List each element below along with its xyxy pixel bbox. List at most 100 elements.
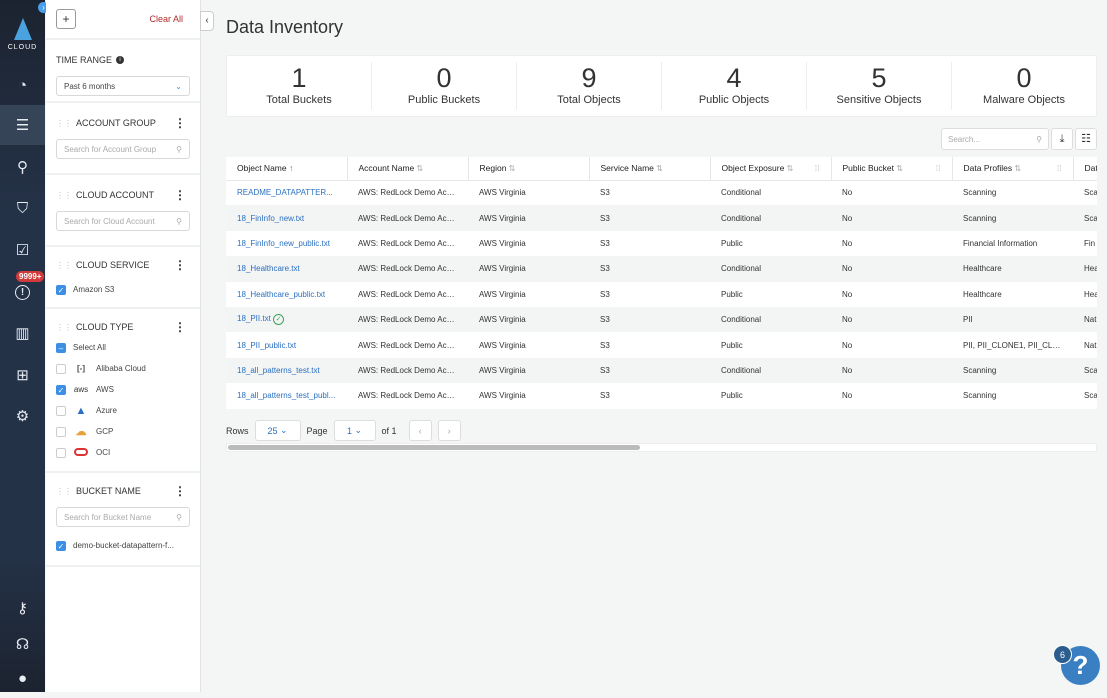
more-options-icon[interactable]: ⋮ (174, 116, 186, 130)
table-row[interactable]: 18_all_patterns_test_publ... AWS: RedLock… (226, 383, 1097, 408)
object-name-link[interactable]: 18_PII_public.txt (226, 332, 347, 357)
object-name-link[interactable]: 18_FinInfo_new.txt (226, 205, 347, 231)
cell-text[interactable]: 18_all_patterns_test.txt (237, 366, 320, 375)
option-amazon-s3[interactable]: ✓ Amazon S3 (56, 279, 190, 300)
column-drag-icon[interactable]: ⁞⁞ (1057, 163, 1062, 173)
select-all-option[interactable]: – Select All (56, 337, 190, 358)
more-options-icon[interactable]: ⋮ (174, 258, 186, 272)
sort-icon[interactable]: ⇅ (784, 164, 794, 173)
column-header[interactable]: Account Name ⇅ (347, 157, 469, 181)
checkbox[interactable]: ✓ (56, 540, 66, 551)
compliance-icon[interactable]: ☑ (0, 230, 45, 270)
checkbox[interactable]: ✓ (56, 384, 66, 395)
cell-text[interactable]: 18_FinInfo_new.txt (237, 214, 304, 223)
table-row[interactable]: 18_PII_public.txt AWS: RedLock Demo Acc..… (226, 332, 1097, 357)
option-alibaba[interactable]: [-] Alibaba Cloud (56, 358, 190, 379)
cell-text[interactable]: 18_Healthcare.txt (237, 264, 300, 273)
object-name-link[interactable]: 18_Healthcare_public.txt (226, 282, 347, 307)
checkbox[interactable] (56, 405, 66, 416)
cell-text[interactable]: 18_all_patterns_test_publ... (237, 391, 335, 400)
option-oci[interactable]: OCI (56, 442, 190, 463)
table-row[interactable]: 18_PII.txt ✓ AWS: RedLock Demo Acc... AWS … (226, 306, 1097, 333)
dashboard-icon[interactable]: ◔ (0, 65, 45, 105)
cloud-account-search[interactable]: Search for Cloud Account ⚲ (56, 211, 190, 231)
sort-asc-icon[interactable]: ↑ (287, 163, 293, 173)
account-group-search[interactable]: Search for Account Group ⚲ (56, 139, 190, 159)
prev-page-button[interactable]: ‹ (408, 420, 432, 441)
option-bucket[interactable]: ✓ demo-bucket-datapattern-f... (56, 535, 190, 556)
cell-text[interactable]: 18_FinInfo_new_public.txt (237, 239, 330, 248)
sort-icon[interactable]: ⇅ (1012, 164, 1021, 173)
column-drag-icon[interactable]: ⁞⁞ (936, 163, 941, 173)
column-header[interactable]: Service Name ⇅ (589, 157, 711, 181)
drag-handle-icon[interactable]: ⋮⋮ (56, 261, 72, 270)
rows-per-page-select[interactable]: 25 ⌄ (254, 420, 301, 441)
object-name-link[interactable]: 18_FinInfo_new_public.txt (226, 231, 347, 256)
profile-icon[interactable]: ● (0, 658, 45, 698)
settings-icon[interactable]: ⚙ (0, 396, 45, 436)
drag-handle-icon[interactable]: ⋮⋮ (56, 191, 72, 200)
checkbox[interactable] (56, 447, 66, 458)
table-row[interactable]: 18_all_patterns_test.txt AWS: RedLock Dem… (226, 357, 1097, 384)
table-row[interactable]: 18_FinInfo_new_public.txt AWS: RedLock De… (226, 231, 1097, 256)
sort-icon[interactable]: ⇅ (414, 164, 423, 173)
cell-text[interactable]: README_DATAPATTER... (237, 188, 333, 197)
column-header[interactable]: Public Bucket ⇅ ⁞⁞ (831, 157, 953, 181)
collapse-filters-button[interactable]: ‹ (200, 11, 214, 31)
table-search-input[interactable]: Search... ⚲ (941, 128, 1049, 150)
time-range-select[interactable]: Past 6 months ⌄ (56, 76, 190, 96)
download-icon[interactable]: ⤓ (1051, 128, 1073, 150)
sort-icon[interactable]: ⇅ (894, 164, 903, 173)
checkbox[interactable] (56, 426, 66, 437)
more-options-icon[interactable]: ⋮ (174, 188, 186, 202)
table-cell: No (831, 180, 952, 205)
checkbox[interactable]: ✓ (56, 284, 66, 295)
cell-text[interactable]: 18_Healthcare_public.txt (237, 290, 325, 299)
column-header[interactable]: Data Profiles ⇅ ⁞⁞ (952, 157, 1074, 181)
filter-panel: + Clear All TIME RANGE i Past 6 months ⌄ ⋮… (46, 0, 201, 692)
object-name-link[interactable]: 18_PII.txt ✓ (226, 306, 347, 333)
object-name-link[interactable]: 18_Healthcare.txt (226, 256, 347, 282)
policies-icon[interactable]: ⛉ (0, 188, 45, 228)
more-options-icon[interactable]: ⋮ (174, 484, 186, 498)
drag-handle-icon[interactable]: ⋮⋮ (56, 487, 72, 496)
column-header[interactable]: Region ⇅ (468, 157, 590, 181)
compute-icon[interactable]: ▥ (0, 313, 45, 353)
option-azure[interactable]: ▲ Azure (56, 400, 190, 421)
horizontal-scrollbar[interactable] (226, 443, 1097, 452)
investigate-icon[interactable]: ⚲ (0, 147, 45, 187)
clear-all-button[interactable]: Clear All (149, 14, 183, 24)
page-select[interactable]: 1 ⌄ (333, 420, 376, 441)
cell-text[interactable]: 18_PII_public.txt (237, 341, 296, 350)
column-drag-icon[interactable]: ⁞⁞ (815, 163, 820, 173)
next-page-button[interactable]: › (437, 420, 461, 441)
sort-icon[interactable]: ⇅ (654, 164, 663, 173)
option-aws[interactable]: ✓ aws AWS (56, 379, 190, 400)
inventory-icon[interactable]: ☰ (0, 105, 45, 145)
option-gcp[interactable]: ☁ GCP (56, 421, 190, 442)
column-header[interactable]: Object Name ↑ (226, 157, 348, 181)
more-options-icon[interactable]: ⋮ (174, 320, 186, 334)
drag-handle-icon[interactable]: ⋮⋮ (56, 119, 72, 128)
checkbox[interactable]: – (56, 342, 66, 353)
bucket-name-search[interactable]: Search for Bucket Name ⚲ (56, 507, 190, 527)
table-row[interactable]: 18_FinInfo_new.txt AWS: RedLock Demo Acc.… (226, 205, 1097, 231)
tools-icon[interactable]: ⚷ (0, 588, 45, 628)
cell-text[interactable]: 18_PII.txt (237, 314, 271, 323)
column-header[interactable]: Dat (1073, 157, 1097, 181)
table-row[interactable]: README_DATAPATTER... AWS: RedLock Demo Ac… (226, 180, 1097, 205)
table-row[interactable]: 18_Healthcare_public.txt AWS: RedLock Dem… (226, 282, 1097, 307)
network-icon[interactable]: ⊞ (0, 355, 45, 395)
object-name-link[interactable]: README_DATAPATTER... (226, 180, 347, 205)
table-row[interactable]: 18_Healthcare.txt AWS: RedLock Demo Acc..… (226, 256, 1097, 282)
checkbox[interactable] (56, 363, 66, 374)
azure-icon: ▲ (75, 404, 87, 417)
object-name-link[interactable]: 18_all_patterns_test_publ... (226, 383, 347, 408)
column-header[interactable]: Object Exposure ⇅ ⁞⁞ (710, 157, 832, 181)
columns-icon[interactable]: ☷ (1075, 128, 1097, 150)
scrollbar-thumb[interactable] (228, 445, 640, 450)
sort-icon[interactable]: ⇅ (506, 164, 516, 173)
drag-handle-icon[interactable]: ⋮⋮ (56, 323, 72, 332)
add-filter-button[interactable]: + (56, 9, 76, 29)
object-name-link[interactable]: 18_all_patterns_test.txt (226, 357, 347, 384)
